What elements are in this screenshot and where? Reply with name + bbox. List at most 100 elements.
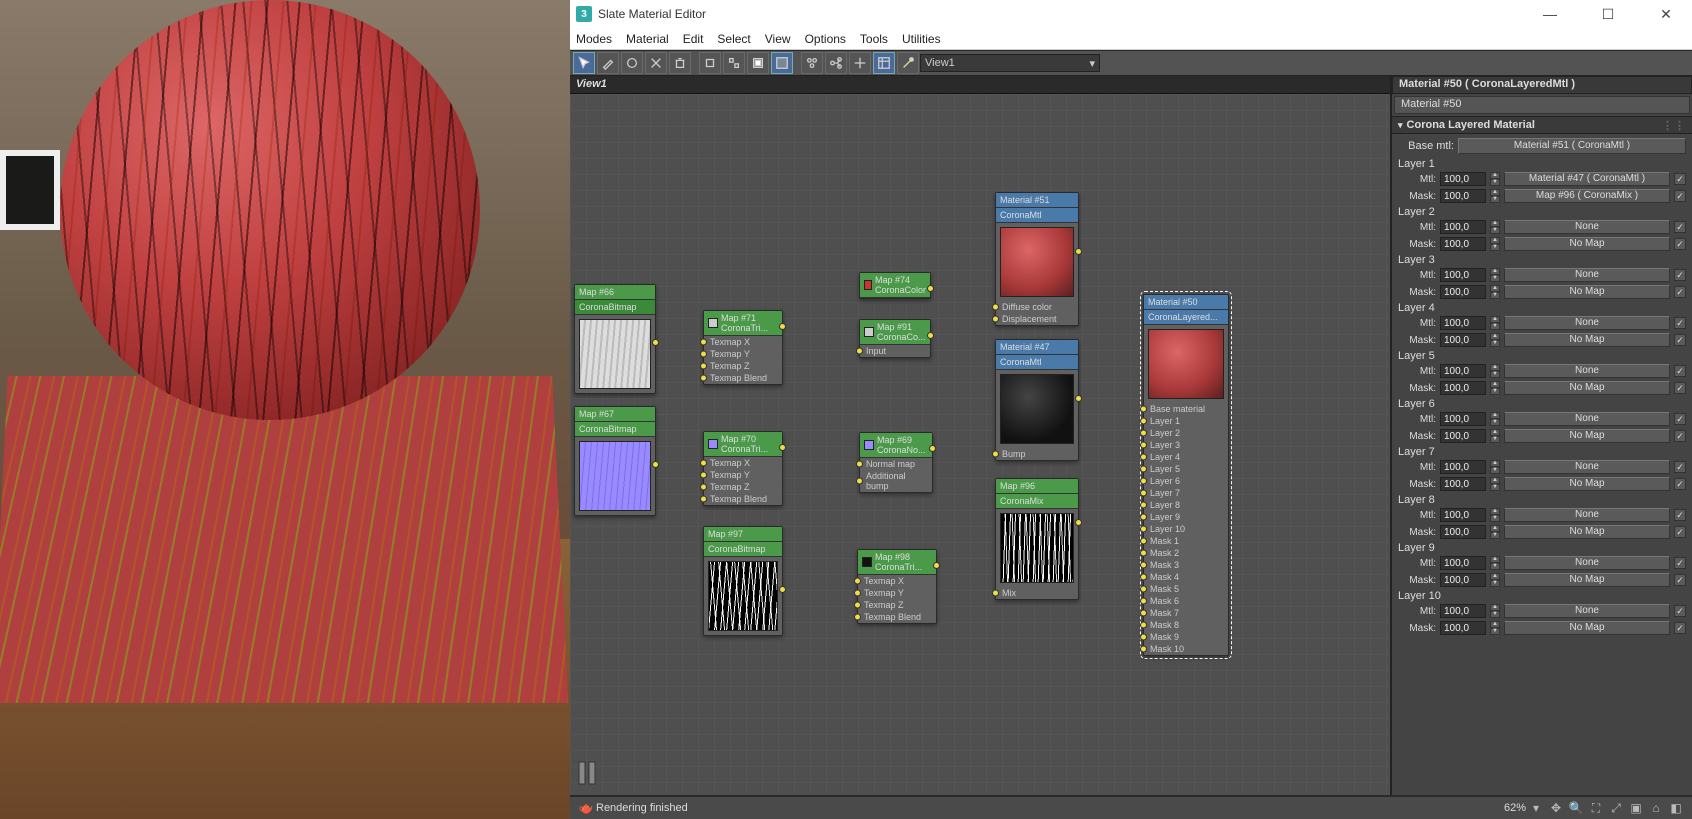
pointer-tool[interactable] (573, 52, 595, 74)
zoom-down-icon[interactable]: ▾ (1528, 800, 1544, 816)
layer-3-mask-slot[interactable]: No Map (1504, 285, 1670, 299)
zoom-tool-icon[interactable]: 🔍 (1568, 800, 1584, 816)
spinner[interactable]: 100,0 (1440, 604, 1486, 618)
layer-2-mtl-slot[interactable]: None (1504, 220, 1670, 234)
show-map-tool[interactable] (747, 52, 769, 74)
spinner[interactable]: 100,0 (1440, 412, 1486, 426)
spinner[interactable]: 100,0 (1440, 172, 1486, 186)
rollout-header[interactable]: Corona Layered Material⋮⋮ (1392, 116, 1692, 134)
layout-all-button[interactable] (801, 52, 823, 74)
spinner[interactable]: 100,0 (1440, 285, 1486, 299)
spinner[interactable]: 100,0 (1440, 525, 1486, 539)
layer-6-mask-check[interactable] (1674, 430, 1686, 442)
layer-4-mtl-check[interactable] (1674, 317, 1686, 329)
spinner[interactable]: 100,0 (1440, 268, 1486, 282)
node-map96[interactable]: Map #96 CoronaMix Mix (995, 478, 1079, 600)
layer-5-mask-slot[interactable]: No Map (1504, 381, 1670, 395)
menu-material[interactable]: Material (626, 32, 669, 46)
spinner-arrows[interactable]: ▲▼ (1490, 460, 1500, 474)
layer-6-mask-slot[interactable]: No Map (1504, 429, 1670, 443)
node-map71[interactable]: Map #71CoronaTri... Texmap X Texmap Y Te… (703, 310, 783, 385)
spinner[interactable]: 100,0 (1440, 460, 1486, 474)
layer-3-mask-check[interactable] (1674, 286, 1686, 298)
layer-4-mask-slot[interactable]: No Map (1504, 333, 1670, 347)
hide-unused-tool[interactable] (723, 52, 745, 74)
spinner-arrows[interactable]: ▲▼ (1490, 412, 1500, 426)
menu-options[interactable]: Options (805, 32, 846, 46)
spinner-arrows[interactable]: ▲▼ (1490, 604, 1500, 618)
show-background-tool[interactable] (771, 52, 793, 74)
spinner[interactable]: 100,0 (1440, 477, 1486, 491)
fit-icon[interactable]: ▣ (1628, 800, 1644, 816)
layer-8-mask-slot[interactable]: No Map (1504, 525, 1670, 539)
navigator-icon[interactable] (578, 761, 596, 785)
base-mtl-slot[interactable]: Material #51 ( CoronaMtl ) (1458, 138, 1686, 154)
layer-8-mtl-slot[interactable]: None (1504, 508, 1670, 522)
spinner[interactable]: 100,0 (1440, 189, 1486, 203)
spinner-arrows[interactable]: ▲▼ (1490, 556, 1500, 570)
layer-3-mtl-slot[interactable]: None (1504, 268, 1670, 282)
node-map67[interactable]: Map #67 CoronaBitmap (574, 406, 656, 516)
layer-9-mask-check[interactable] (1674, 574, 1686, 586)
spinner-arrows[interactable]: ▲▼ (1490, 220, 1500, 234)
spinner-arrows[interactable]: ▲▼ (1490, 364, 1500, 378)
layer-10-mtl-slot[interactable]: None (1504, 604, 1670, 618)
spinner[interactable]: 100,0 (1440, 556, 1486, 570)
browser-button[interactable] (849, 52, 871, 74)
layer-9-mtl-slot[interactable]: None (1504, 556, 1670, 570)
minimize-button[interactable]: — (1530, 6, 1570, 23)
node-map66[interactable]: Map #66 CoronaBitmap (574, 284, 656, 394)
spinner-arrows[interactable]: ▲▼ (1490, 381, 1500, 395)
spinner-arrows[interactable]: ▲▼ (1490, 268, 1500, 282)
zoom-region-icon[interactable]: ⛶ (1588, 800, 1604, 816)
spinner-arrows[interactable]: ▲▼ (1490, 172, 1500, 186)
node-map98[interactable]: Map #98CoronaTri... Texmap X Texmap Y Te… (857, 549, 937, 624)
layer-8-mask-check[interactable] (1674, 526, 1686, 538)
by-name-button[interactable] (897, 52, 919, 74)
spinner[interactable]: 100,0 (1440, 429, 1486, 443)
layer-7-mtl-slot[interactable]: None (1504, 460, 1670, 474)
layer-10-mask-slot[interactable]: No Map (1504, 621, 1670, 635)
layer-6-mtl-slot[interactable]: None (1504, 412, 1670, 426)
layer-4-mtl-slot[interactable]: None (1504, 316, 1670, 330)
layer-10-mask-check[interactable] (1674, 622, 1686, 634)
layer-3-mtl-check[interactable] (1674, 269, 1686, 281)
pan-home-icon[interactable]: ⌂ (1648, 800, 1664, 816)
spinner-arrows[interactable]: ▲▼ (1490, 621, 1500, 635)
layer-5-mtl-slot[interactable]: None (1504, 364, 1670, 378)
spinner[interactable]: 100,0 (1440, 237, 1486, 251)
spinner-arrows[interactable]: ▲▼ (1490, 573, 1500, 587)
node-map69[interactable]: Map #69CoronaNo... Normal map Additional… (859, 432, 933, 493)
menu-utilities[interactable]: Utilities (902, 32, 941, 46)
layout-children-button[interactable] (825, 52, 847, 74)
spinner[interactable]: 100,0 (1440, 333, 1486, 347)
layer-7-mtl-check[interactable] (1674, 461, 1686, 473)
node-map97[interactable]: Map #97 CoronaBitmap (703, 526, 783, 636)
node-material51[interactable]: Material #51 CoronaMtl Diffuse color Dis… (995, 192, 1079, 326)
menu-view[interactable]: View (765, 32, 791, 46)
spinner[interactable]: 100,0 (1440, 316, 1486, 330)
spinner[interactable]: 100,0 (1440, 220, 1486, 234)
layer-6-mtl-check[interactable] (1674, 413, 1686, 425)
spinner-arrows[interactable]: ▲▼ (1490, 508, 1500, 522)
spinner[interactable]: 100,0 (1440, 621, 1486, 635)
param-editor-button[interactable] (873, 52, 895, 74)
layer-5-mtl-check[interactable] (1674, 365, 1686, 377)
spinner[interactable]: 100,0 (1440, 573, 1486, 587)
spinner-arrows[interactable]: ▲▼ (1490, 316, 1500, 330)
assign-material-tool[interactable] (621, 52, 643, 74)
menu-modes[interactable]: Modes (576, 32, 612, 46)
menu-tools[interactable]: Tools (860, 32, 888, 46)
spinner[interactable]: 100,0 (1440, 508, 1486, 522)
spinner[interactable]: 100,0 (1440, 381, 1486, 395)
menu-edit[interactable]: Edit (683, 32, 704, 46)
zoom-extents-icon[interactable]: ⤢ (1608, 800, 1624, 816)
pick-material-tool[interactable] (597, 52, 619, 74)
layer-1-mtl-check[interactable] (1674, 173, 1686, 185)
node-map74[interactable]: Map #74CoronaColor (859, 272, 931, 299)
layer-2-mtl-check[interactable] (1674, 221, 1686, 233)
close-button[interactable]: ✕ (1646, 6, 1686, 23)
layer-1-mask-check[interactable] (1674, 190, 1686, 202)
pan-icon[interactable]: ✥ (1548, 800, 1564, 816)
layer-4-mask-check[interactable] (1674, 334, 1686, 346)
